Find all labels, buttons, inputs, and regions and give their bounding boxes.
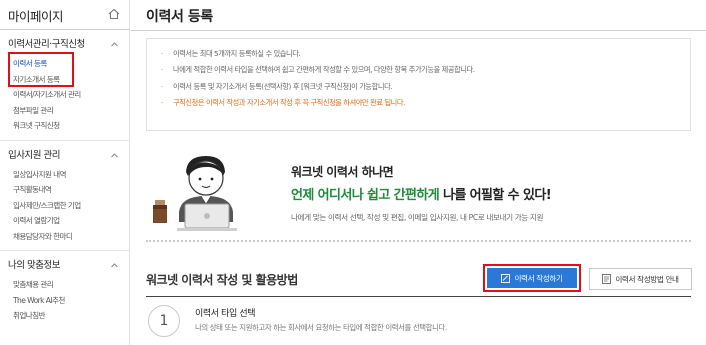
sidebar-item-job-compass[interactable]: 취업나침반 — [0, 308, 129, 324]
step-number: 1 — [148, 305, 180, 337]
sidebar-item-resume-viewers[interactable]: 이력서 열람기업 — [0, 213, 129, 229]
resume-guide-label: 이력서 작성방법 안내 — [615, 274, 679, 284]
sidebar-item-recruiter-message[interactable]: 채용담당자와 한마디 — [0, 229, 129, 245]
sidebar-title: 마이페이지 — [8, 9, 64, 24]
sidebar-item-attachments[interactable]: 첨부파일 관리 — [0, 103, 129, 119]
chevron-up-icon — [111, 42, 118, 47]
sidebar-section-title[interactable]: 입사지원 관리 — [0, 149, 129, 163]
person-laptop-illustration — [153, 156, 237, 231]
step-description: 나의 상태 또는 지원하고자 하는 회사에서 요청하는 타입에 적합한 이력서를… — [195, 323, 447, 332]
step-title: 이력서 타입 선택 — [195, 309, 256, 319]
section-title-label: 입사지원 관리 — [8, 149, 60, 161]
howto-title: 워크넷 이력서 작성 및 활용방법 — [146, 273, 298, 287]
sidebar-item-offers-scraps[interactable]: 입사제안/스크랩한 기업 — [0, 198, 129, 214]
sidebar-section-application: 입사지원 관리 일상입사지원 내역 구직활동내역 입사제안/스크랩한 기업 이력… — [0, 141, 129, 251]
sidebar-item-application-history[interactable]: 일상입사지원 내역 — [0, 167, 129, 183]
slogan-part: 언제 어디서나 — [291, 188, 368, 203]
promo-slogan: 언제 어디서나 쉽고 간편하게 나를 어필할 수 있다! — [291, 184, 552, 203]
dotted-divider — [146, 240, 691, 242]
notice-text: 이력서 등록 및 자기소개서 등록(선택사항) 후 [워크넷 구직신청]이 가능… — [173, 81, 393, 91]
main-content: 이력서 등록 · 이력서는 최대 5개까지 등록하실 수 있습니다. · 나에게 적… — [131, 0, 706, 345]
promo-subtitle: 나에게 맞는 이력서 선택, 작성 및 편집, 이메일 입사지원, 내 PC로 … — [291, 213, 544, 222]
section-title-label: 나의 맞춤정보 — [8, 260, 60, 271]
edit-icon — [501, 273, 511, 283]
sidebar-section-custom: 나의 맞춤정보 맞춤채용 관리 The Work AI추천 취업나침반 — [0, 251, 129, 330]
sidebar: 마이페이지 이력서관리·구직신청 이력서 등록 자기소개서 등록 이력서/자기소… — [0, 0, 130, 345]
sidebar-section-title[interactable]: 이력서관리·구직신청 — [0, 38, 129, 52]
write-resume-label: 이력서 작성하기 — [514, 273, 563, 283]
resume-guide-button[interactable]: 이력서 작성방법 안내 — [589, 268, 692, 290]
notice-text: 이력서는 최대 5개까지 등록하실 수 있습니다. — [173, 49, 301, 58]
sidebar-item-resume-manage[interactable]: 이력서/자기소개서 관리 — [0, 87, 129, 103]
notice-box: · 이력서는 최대 5개까지 등록하실 수 있습니다. · 나에게 적합한 이력서 … — [146, 38, 691, 131]
chevron-up-icon — [111, 263, 118, 268]
write-resume-highlight: 이력서 작성하기 — [483, 264, 581, 292]
section-title-label: 이력서관리·구직신청 — [8, 39, 85, 50]
promo-banner: 워크넷 이력서 하나면 언제 어디서나 쉽고 간편하게 나를 어필할 수 있다!… — [146, 140, 691, 240]
write-resume-button[interactable]: 이력서 작성하기 — [487, 268, 577, 288]
home-icon[interactable] — [107, 7, 121, 21]
sidebar-section-title[interactable]: 나의 맞춤정보 — [0, 259, 129, 273]
notice-warning: · 구직신청은 이력서 작성과 자기소개서 작성 후 꼭 구직신청을 하셔야만 완… — [161, 98, 405, 108]
chevron-up-icon — [111, 152, 118, 157]
howto-divider — [146, 296, 691, 297]
sidebar-item-ai-recommend[interactable]: The Work AI추천 — [0, 293, 129, 309]
sidebar-item-job-activity[interactable]: 구직활동내역 — [0, 182, 129, 198]
document-icon — [602, 274, 612, 284]
page-title: 이력서 등록 — [146, 9, 213, 25]
sidebar-item-job-apply[interactable]: 워크넷 구직신청 — [0, 118, 129, 134]
slogan-part: 쉽고 간편하게 — [367, 188, 440, 203]
highlight-box — [8, 52, 74, 87]
sidebar-item-custom-jobs[interactable]: 맞춤채용 관리 — [0, 277, 129, 293]
notice-text: 나에게 적합한 이력서 타입을 선택하여 쉽고 간편하게 작성할 수 있으며, … — [173, 65, 475, 75]
title-divider — [131, 30, 706, 31]
promo-headline: 워크넷 이력서 하나면 — [291, 165, 394, 179]
slogan-part: 나를 어필할 수 있다! — [439, 188, 552, 203]
sidebar-header: 마이페이지 — [0, 0, 129, 30]
notice-line: · 이력서 등록 및 자기소개서 등록(선택사항) 후 [워크넷 구직신청]이 가… — [161, 81, 393, 91]
notice-line: · 이력서는 최대 5개까지 등록하실 수 있습니다. — [161, 49, 301, 58]
notice-line: · 나에게 적합한 이력서 타입을 선택하여 쉽고 간편하게 작성할 수 있으며,… — [161, 65, 475, 75]
notice-text: 구직신청은 이력서 작성과 자기소개서 작성 후 꼭 구직신청을 하셔야만 완료… — [173, 98, 405, 108]
